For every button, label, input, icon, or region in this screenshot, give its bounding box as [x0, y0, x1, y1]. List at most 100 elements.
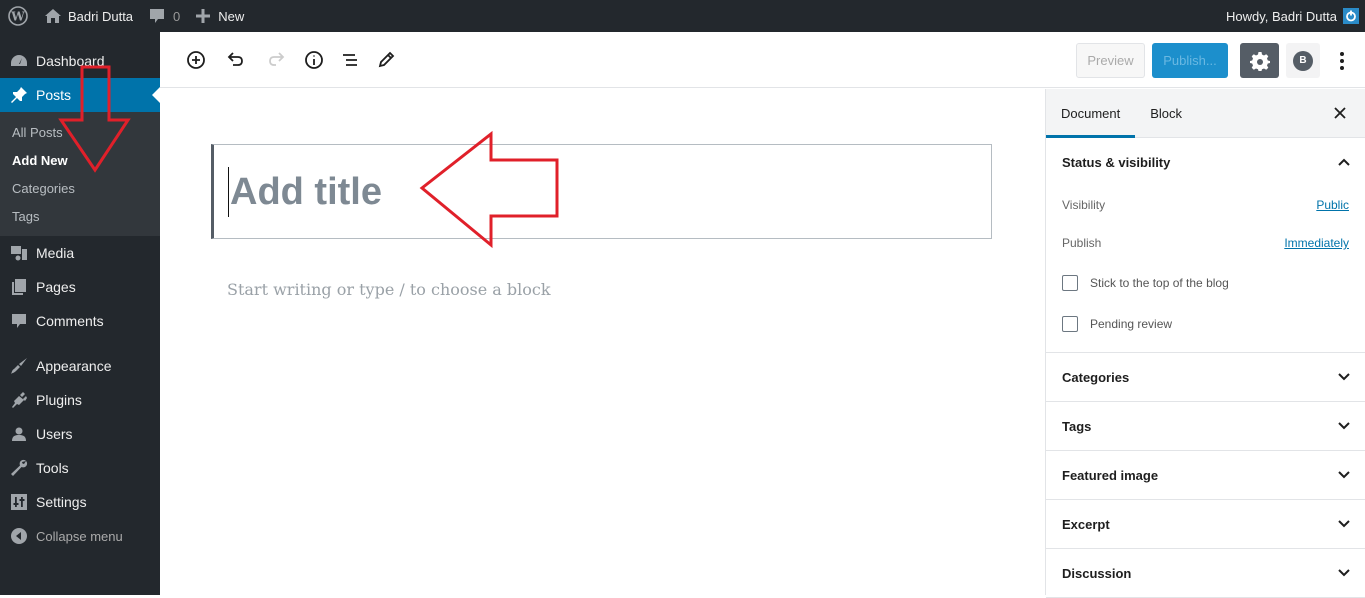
site-name-link[interactable]: Badri Dutta: [36, 0, 141, 32]
status-visibility-section: Status & visibility Visibility Public Pu…: [1046, 138, 1365, 353]
admin-bar: W Badri Dutta 0 New Howdy, Badri Dutta: [0, 0, 1365, 32]
sidebar-item-settings[interactable]: Settings: [0, 485, 160, 519]
categories-toggle[interactable]: Categories: [1046, 353, 1365, 401]
pending-review-checkbox[interactable]: [1062, 315, 1078, 332]
media-icon: [10, 244, 28, 262]
sidebar-item-pages[interactable]: Pages: [0, 270, 160, 304]
tab-block[interactable]: Block: [1135, 89, 1197, 138]
collapse-menu-label: Collapse menu: [36, 528, 123, 544]
block-navigation-button[interactable]: [338, 48, 362, 72]
more-dot: [1340, 51, 1344, 56]
post-title-field[interactable]: Add title: [211, 144, 992, 239]
sidebar-item-users[interactable]: Users: [0, 417, 160, 451]
sticky-label: Stick to the top of the blog: [1090, 275, 1229, 290]
collapse-icon: [10, 527, 28, 545]
wordpress-logo-icon: W: [8, 6, 28, 26]
editor-canvas: Add title Start writing or type / to cho…: [160, 89, 1045, 595]
submenu-categories[interactable]: Categories: [0, 174, 160, 202]
pin-icon: [10, 86, 28, 104]
section-title: Discussion: [1062, 565, 1132, 581]
sticky-option: Stick to the top of the blog: [1062, 262, 1349, 303]
comments-link[interactable]: 0: [141, 0, 188, 32]
content-info-button[interactable]: [302, 48, 326, 72]
dashboard-icon: [10, 52, 28, 70]
tags-section: Tags: [1046, 402, 1365, 451]
featured-image-section: Featured image: [1046, 451, 1365, 500]
close-panel-button[interactable]: [1331, 104, 1349, 122]
default-block-appender[interactable]: Start writing or type / to choose a bloc…: [227, 280, 551, 299]
collapse-menu-button[interactable]: Collapse menu: [0, 519, 160, 553]
plugin-icon: [10, 391, 28, 409]
sidebar-item-appearance[interactable]: Appearance: [0, 349, 160, 383]
my-account[interactable]: Howdy, Badri Dutta: [1226, 0, 1359, 32]
user-icon: [10, 425, 28, 443]
section-title: Tags: [1062, 418, 1092, 434]
chevron-down-icon: [1338, 569, 1350, 577]
sidebar-item-comments[interactable]: Comments: [0, 304, 160, 338]
user-avatar-icon: [1343, 8, 1359, 24]
tags-toggle[interactable]: Tags: [1046, 402, 1365, 450]
howdy-text: Howdy, Badri Dutta: [1225, 8, 1337, 24]
home-icon: [45, 9, 61, 23]
sidebar-item-label: Settings: [36, 494, 87, 510]
wordpress-logo-button[interactable]: W: [0, 0, 36, 32]
submenu-tags[interactable]: Tags: [0, 202, 160, 230]
plus-icon: [196, 9, 211, 23]
sidebar-item-label: Appearance: [36, 358, 112, 374]
new-content-link[interactable]: New: [188, 0, 252, 32]
undo-icon: [227, 52, 243, 66]
excerpt-toggle[interactable]: Excerpt: [1046, 500, 1365, 548]
chevron-down-icon: [1338, 373, 1350, 381]
status-visibility-toggle[interactable]: Status & visibility: [1046, 138, 1365, 186]
post-title-placeholder: Add title: [230, 171, 382, 213]
section-title: Status & visibility: [1062, 154, 1171, 170]
new-label: New: [218, 8, 245, 24]
chevron-down-icon: [1338, 471, 1350, 479]
list-icon: [343, 54, 357, 66]
redo-button[interactable]: [264, 48, 288, 72]
pages-icon: [10, 278, 28, 296]
settings-toggle-button[interactable]: [1240, 43, 1279, 78]
tab-document[interactable]: Document: [1046, 89, 1135, 138]
close-icon: [1334, 107, 1346, 119]
site-name: Badri Dutta: [68, 8, 134, 24]
more-dot: [1340, 58, 1344, 63]
sidebar-item-label: Dashboard: [36, 53, 105, 69]
more-menu-button[interactable]: [1330, 43, 1354, 78]
user-avatar-button[interactable]: B: [1286, 43, 1320, 78]
publish-button[interactable]: Publish...: [1152, 43, 1228, 78]
submenu-all-posts[interactable]: All Posts: [0, 118, 160, 146]
sidebar-item-plugins[interactable]: Plugins: [0, 383, 160, 417]
sidebar-item-label: Media: [36, 245, 75, 261]
info-icon: [305, 51, 323, 69]
sticky-checkbox[interactable]: [1062, 274, 1078, 291]
visibility-link[interactable]: Public: [1316, 198, 1349, 212]
discussion-toggle[interactable]: Discussion: [1046, 549, 1365, 597]
pending-review-label: Pending review: [1090, 316, 1173, 331]
add-block-button[interactable]: [184, 48, 208, 72]
sidebar-item-label: Plugins: [36, 392, 82, 408]
sidebar-item-tools[interactable]: Tools: [0, 451, 160, 485]
sidebar-item-posts[interactable]: Posts: [0, 78, 160, 112]
plus-circle-icon: [187, 51, 205, 69]
chevron-up-icon: [1338, 158, 1350, 166]
edit-mode-button[interactable]: [374, 48, 398, 72]
comment-icon: [10, 312, 28, 330]
sidebar-item-media[interactable]: Media: [0, 236, 160, 270]
undo-button[interactable]: [224, 48, 248, 72]
gear-icon: [1249, 51, 1270, 71]
sidebar-item-label: Posts: [36, 87, 72, 103]
section-title: Categories: [1062, 369, 1130, 385]
sidebar-item-label: Users: [36, 426, 73, 442]
comments-count: 0: [173, 8, 181, 24]
excerpt-section: Excerpt: [1046, 500, 1365, 549]
preview-button[interactable]: Preview: [1076, 43, 1145, 78]
section-title: Excerpt: [1062, 516, 1110, 532]
discussion-section: Discussion: [1046, 549, 1365, 598]
submenu-add-new[interactable]: Add New: [0, 146, 160, 174]
featured-image-toggle[interactable]: Featured image: [1046, 451, 1365, 499]
admin-sidebar: Dashboard Posts All Posts Add New Catego…: [0, 32, 160, 595]
publish-date-link[interactable]: Immediately: [1284, 236, 1349, 250]
sidebar-item-dashboard[interactable]: Dashboard: [0, 44, 160, 78]
pending-review-option: Pending review: [1062, 303, 1349, 344]
